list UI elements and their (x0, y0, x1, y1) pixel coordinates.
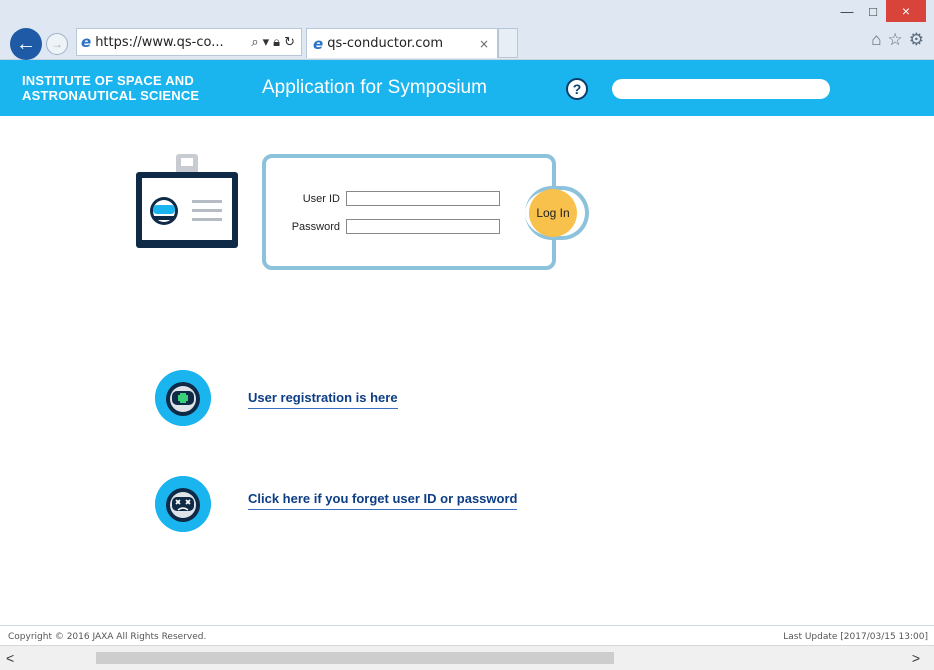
star-icon[interactable]: ☆ (888, 30, 903, 50)
close-button[interactable]: × (886, 0, 926, 22)
tab-close-icon[interactable]: × (479, 37, 497, 51)
browser-tab[interactable]: e qs-conductor.com × (306, 28, 498, 58)
refresh-icon[interactable]: ↻ (284, 35, 295, 50)
login-button[interactable]: Log In (529, 189, 577, 237)
address-bar[interactable]: e https://www.qs-co... ⌕ ▾ 🔒︎ ↻ (76, 28, 302, 56)
minimize-button[interactable]: — (834, 0, 860, 22)
scroll-right-icon[interactable]: > (912, 650, 920, 666)
window-controls: — □ × (834, 0, 926, 22)
address-text[interactable]: https://www.qs-co... (95, 35, 251, 50)
site-header: INSTITUTE OF SPACE AND ASTRONAUTICAL SCI… (0, 60, 934, 116)
org-name-line1: INSTITUTE OF SPACE AND (22, 73, 194, 88)
copyright-text: Copyright © 2016 JAXA All Rights Reserve… (8, 632, 207, 642)
scrollbar-thumb[interactable] (96, 652, 614, 664)
id-card-icon (136, 154, 238, 248)
forgot-credentials-link[interactable]: Click here if you forget user ID or pass… (248, 491, 518, 510)
forward-button[interactable]: → (46, 33, 68, 55)
home-icon[interactable]: ⌂ (871, 30, 881, 50)
scroll-left-icon[interactable]: < (6, 650, 14, 666)
arrow-left-icon: ← (16, 32, 36, 55)
lock-icon[interactable]: 🔒︎ (273, 35, 280, 50)
toolbar-icons: ⌂ ☆ ⚙ (871, 30, 924, 50)
gear-icon[interactable]: ⚙ (909, 30, 924, 50)
user-id-field[interactable] (346, 191, 500, 206)
ie-icon: e (313, 34, 324, 53)
tab-title: qs-conductor.com (327, 36, 443, 51)
page-title: Application for Symposium (262, 77, 487, 98)
help-icon[interactable]: ? (566, 78, 588, 100)
login-panel (262, 154, 556, 270)
register-link[interactable]: User registration is here (248, 390, 398, 409)
footer: Copyright © 2016 JAXA All Rights Reserve… (0, 625, 934, 645)
maximize-button[interactable]: □ (860, 0, 886, 22)
astronaut-sad-icon[interactable] (155, 476, 211, 532)
org-name-line2: ASTRONAUTICAL SCIENCE (22, 88, 200, 103)
address-bar-icons: ⌕ ▾ 🔒︎ ↻ (251, 35, 301, 50)
password-row: Password (264, 219, 500, 234)
back-button[interactable]: ← (10, 28, 42, 60)
browser-chrome: — □ × ← → e https://www.qs-co... ⌕ ▾ 🔒︎ … (0, 0, 934, 60)
user-id-row: User ID (264, 191, 500, 206)
search-icon[interactable]: ⌕ (251, 35, 258, 50)
astronaut-add-icon[interactable] (155, 370, 211, 426)
user-id-label: User ID (302, 192, 340, 205)
horizontal-scrollbar[interactable]: < > (0, 645, 934, 670)
new-tab-button[interactable] (498, 28, 518, 58)
org-name: INSTITUTE OF SPACE AND ASTRONAUTICAL SCI… (22, 73, 199, 103)
password-label: Password (291, 220, 340, 233)
password-field[interactable] (346, 219, 500, 234)
dropdown-icon[interactable]: ▾ (263, 35, 270, 50)
search-input[interactable] (612, 79, 830, 99)
ie-icon: e (81, 33, 92, 51)
arrow-right-icon: → (51, 37, 63, 51)
last-update-text: Last Update [2017/03/15 13:00] (783, 632, 928, 642)
